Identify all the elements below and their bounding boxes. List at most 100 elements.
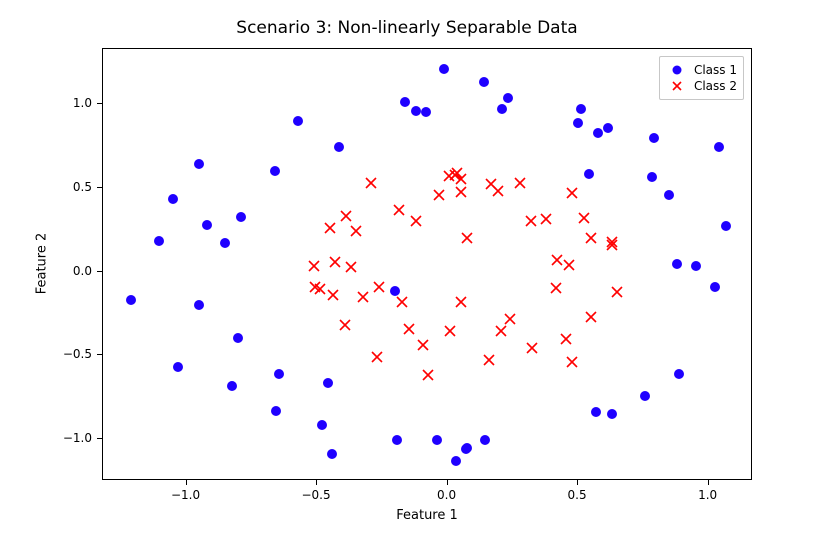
x-tick-label: 0.0 <box>437 488 456 502</box>
data-point-class1 <box>593 128 603 138</box>
data-point-class2 <box>461 232 473 244</box>
data-point-class1 <box>392 435 402 445</box>
data-point-class1 <box>603 123 613 133</box>
data-point-class2 <box>455 186 467 198</box>
data-point-class1 <box>317 420 327 430</box>
data-point-class2 <box>433 189 445 201</box>
data-point-class2 <box>566 187 578 199</box>
data-point-class1 <box>674 369 684 379</box>
data-point-class2 <box>345 261 357 273</box>
y-tick-label: 0.0 <box>52 264 92 278</box>
y-tick-label: 1.0 <box>52 96 92 110</box>
data-point-class2 <box>606 239 618 251</box>
chart-figure: Scenario 3: Non-linearly Separable Data … <box>0 0 814 549</box>
data-point-class2 <box>550 282 562 294</box>
data-point-class1 <box>168 194 178 204</box>
chart-title: Scenario 3: Non-linearly Separable Data <box>0 18 814 38</box>
data-point-class2 <box>324 222 336 234</box>
data-point-class1 <box>573 118 583 128</box>
data-point-class2 <box>329 256 341 268</box>
data-point-class1 <box>607 409 617 419</box>
x-tick-label: −1.0 <box>171 488 200 502</box>
legend-entry-class1: Class 1 <box>666 63 737 77</box>
data-point-class2 <box>451 167 463 179</box>
data-point-class1 <box>640 391 650 401</box>
y-tick-label: 0.5 <box>52 180 92 194</box>
data-point-class1 <box>236 212 246 222</box>
data-point-class1 <box>293 116 303 126</box>
data-point-class2 <box>403 323 415 335</box>
data-point-class1 <box>390 286 400 296</box>
x-tick <box>708 480 709 485</box>
data-point-class1 <box>649 133 659 143</box>
data-point-class1 <box>154 236 164 246</box>
x-tick-label: 1.0 <box>698 488 717 502</box>
data-point-class1 <box>497 104 507 114</box>
data-point-class2 <box>444 325 456 337</box>
data-point-class2 <box>611 286 623 298</box>
data-point-class2 <box>449 169 461 181</box>
data-point-class1 <box>584 169 594 179</box>
data-point-class1 <box>220 238 230 248</box>
data-point-class2 <box>585 311 597 323</box>
data-point-class2 <box>371 351 383 363</box>
data-point-class2 <box>422 369 434 381</box>
data-point-class1 <box>323 378 333 388</box>
data-point-class1 <box>271 406 281 416</box>
x-tick <box>186 480 187 485</box>
data-point-class2 <box>443 170 455 182</box>
y-tick <box>97 271 102 272</box>
data-point-class1 <box>173 362 183 372</box>
data-point-class2 <box>410 215 422 227</box>
data-point-class1 <box>479 77 489 87</box>
data-point-class1 <box>126 295 136 305</box>
data-point-class1 <box>691 261 701 271</box>
x-tick <box>447 480 448 485</box>
data-point-class1 <box>432 435 442 445</box>
data-point-class1 <box>421 107 431 117</box>
legend-label: Class 2 <box>694 79 737 93</box>
data-point-class2 <box>365 177 377 189</box>
data-point-class2 <box>514 177 526 189</box>
y-tick <box>97 187 102 188</box>
data-point-class2 <box>540 213 552 225</box>
x-tick-label: 0.5 <box>568 488 587 502</box>
data-point-class1 <box>714 142 724 152</box>
data-point-class1 <box>202 220 212 230</box>
data-point-class1 <box>274 369 284 379</box>
x-marker-icon <box>666 79 688 93</box>
data-point-class2 <box>578 212 590 224</box>
data-point-class1 <box>591 407 601 417</box>
data-point-class2 <box>492 185 504 197</box>
data-point-class1 <box>233 333 243 343</box>
data-point-class1 <box>194 300 204 310</box>
data-point-class1 <box>664 190 674 200</box>
data-point-class2 <box>373 281 385 293</box>
data-point-class2 <box>309 281 321 293</box>
x-tick <box>316 480 317 485</box>
data-point-class2 <box>566 356 578 368</box>
y-tick-label: −0.5 <box>52 347 92 361</box>
y-tick <box>97 103 102 104</box>
circle-marker-icon <box>666 63 688 77</box>
data-point-class1 <box>461 444 471 454</box>
data-point-class2 <box>350 225 362 237</box>
plot-area <box>102 48 752 480</box>
legend: Class 1 Class 2 <box>659 56 744 100</box>
data-point-class2 <box>340 210 352 222</box>
data-point-class1 <box>334 142 344 152</box>
y-tick <box>97 438 102 439</box>
data-point-class2 <box>327 289 339 301</box>
data-point-class2 <box>606 236 618 248</box>
data-point-class2 <box>483 354 495 366</box>
data-point-class1 <box>327 449 337 459</box>
data-point-class2 <box>563 259 575 271</box>
data-point-class2 <box>495 325 507 337</box>
data-point-class2 <box>308 260 320 272</box>
data-point-class1 <box>400 97 410 107</box>
data-point-class1 <box>503 93 513 103</box>
data-point-class1 <box>270 166 280 176</box>
data-point-class2 <box>455 296 467 308</box>
x-tick <box>577 480 578 485</box>
data-point-class2 <box>560 333 572 345</box>
